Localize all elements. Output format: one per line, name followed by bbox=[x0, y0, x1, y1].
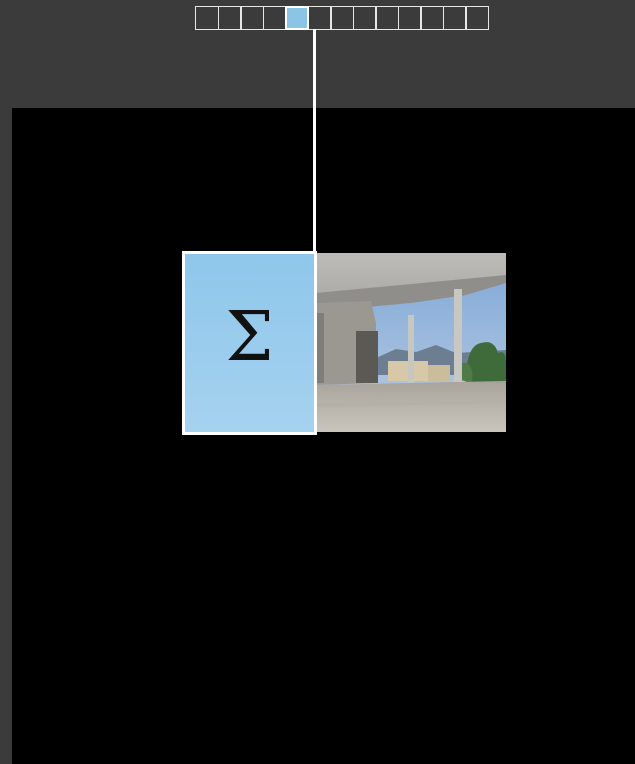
frame-cell bbox=[465, 6, 489, 30]
canvas bbox=[12, 108, 635, 764]
frame-cell bbox=[217, 6, 242, 30]
frame-cell bbox=[375, 6, 399, 30]
frame-cell bbox=[420, 6, 444, 30]
building-photo-image bbox=[316, 253, 506, 432]
frame-strip bbox=[195, 6, 507, 30]
video-frame-diagram: Σ bbox=[0, 0, 635, 764]
building-photo bbox=[316, 253, 506, 432]
frame-cell bbox=[352, 6, 377, 30]
frame-cell bbox=[330, 6, 354, 30]
frame-cell bbox=[262, 6, 287, 30]
frame-cell bbox=[442, 6, 467, 30]
connector-line bbox=[313, 29, 316, 253]
frame-cell bbox=[307, 6, 332, 30]
frame-cell-active bbox=[285, 6, 309, 30]
frame-cell bbox=[240, 6, 264, 30]
frame-cell bbox=[195, 6, 219, 30]
sigma-icon: Σ bbox=[225, 298, 274, 377]
frame-cell bbox=[397, 6, 422, 30]
sigma-aggregation-block: Σ bbox=[182, 251, 317, 435]
